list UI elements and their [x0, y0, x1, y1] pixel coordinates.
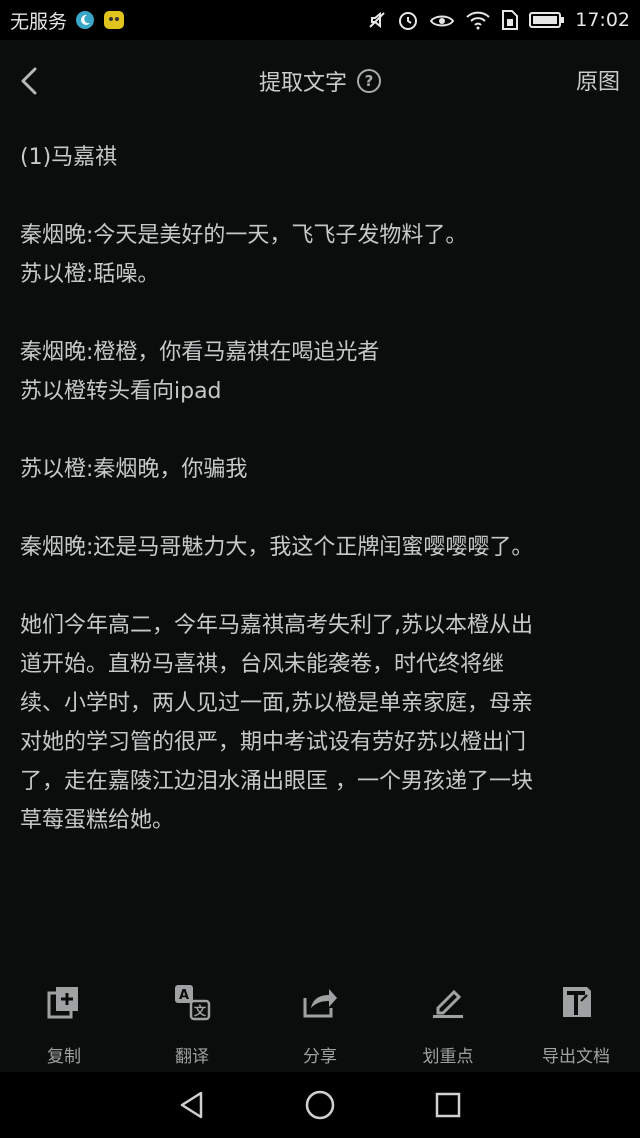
copy-button[interactable]: 复制	[0, 972, 128, 1072]
bottom-toolbar: 复制 A文 翻译 分享 划重点 导出文档	[0, 972, 640, 1072]
text-line: 续、小学时，两人见过一面,苏以橙是单亲家庭，母亲	[20, 691, 533, 716]
page-title: 提取文字	[258, 71, 347, 96]
text-line	[20, 294, 620, 333]
copy-icon	[44, 982, 84, 1022]
back-arrow-icon	[21, 67, 37, 95]
extracted-text: (1)马嘉祺秦烟晚:今天是美好的一天，飞飞子发物料了。 苏以橙:聒噪。秦烟晚:橙橙…	[20, 138, 620, 840]
text-line	[20, 177, 620, 216]
chat-app-icon	[103, 10, 125, 30]
text-line: (1)马嘉祺	[20, 145, 118, 170]
sim-icon	[501, 9, 519, 31]
text-line: 苏以橙:秦烟晚，你骗我	[20, 457, 248, 482]
text-line: 草莓蛋糕给她。	[20, 808, 175, 833]
text-line	[20, 567, 620, 606]
nav-home-button[interactable]	[256, 1072, 384, 1138]
text-line: 道开始。直粉马喜祺，台风未能袭卷，时代终将继	[20, 652, 505, 677]
highlight-label: 划重点	[422, 1047, 474, 1067]
mute-icon	[367, 10, 387, 30]
translate-label: 翻译	[175, 1047, 209, 1067]
highlight-pen-icon	[428, 982, 468, 1022]
top-bar: 提取文字 ? 原图	[0, 40, 640, 122]
wifi-icon	[465, 10, 491, 30]
alarm-icon	[397, 9, 419, 31]
clock: 17:02	[575, 9, 630, 31]
svg-text:文: 文	[194, 1003, 207, 1018]
moon-app-icon	[75, 10, 95, 30]
translate-icon: A文	[172, 982, 212, 1022]
text-line: 了，走在嘉陵江边泪水涌出眼匡 ，一个男孩递了一块	[20, 769, 533, 794]
back-button[interactable]	[14, 62, 44, 100]
text-line	[20, 489, 620, 528]
original-image-button[interactable]: 原图	[576, 64, 620, 96]
text-line: 苏以橙:聒噪。	[20, 262, 160, 287]
help-icon[interactable]: ?	[357, 69, 381, 93]
text-line: 秦烟晚:橙橙，你看马嘉祺在喝追光者	[20, 340, 380, 365]
circle-home-icon	[305, 1090, 335, 1120]
translate-button[interactable]: A文 翻译	[128, 972, 256, 1072]
text-line: 苏以橙转头看向ipad	[20, 379, 222, 404]
status-bar: 无服务 17:02	[0, 0, 640, 40]
copy-label: 复制	[47, 1047, 81, 1067]
nav-recents-button[interactable]	[384, 1072, 512, 1138]
svg-text:A: A	[179, 988, 189, 1003]
export-document-button[interactable]: 导出文档	[512, 972, 640, 1072]
text-line: 秦烟晚:还是马哥魅力大，我这个正牌闰蜜嘤嘤嘤了。	[20, 535, 534, 560]
export-label: 导出文档	[542, 1047, 610, 1067]
text-line: 秦烟晚:今天是美好的一天，飞飞子发物料了。	[20, 223, 468, 248]
share-label: 分享	[303, 1047, 337, 1067]
eye-icon	[429, 10, 455, 30]
battery-icon	[529, 10, 565, 30]
share-icon	[300, 982, 340, 1022]
text-line	[20, 411, 620, 450]
text-line: 她们今年高二，今年马嘉祺高考失利了,苏以本橙从出	[20, 613, 533, 638]
text-line: 对她的学习管的很严，期中考试设有劳好苏以橙出门	[20, 730, 527, 755]
carrier-label: 无服务	[10, 10, 68, 33]
highlight-button[interactable]: 划重点	[384, 972, 512, 1072]
share-button[interactable]: 分享	[256, 972, 384, 1072]
nav-back-button[interactable]	[128, 1072, 256, 1138]
triangle-back-icon	[180, 1091, 203, 1119]
export-document-icon	[556, 982, 596, 1022]
navigation-bar	[0, 1072, 640, 1138]
square-recents-icon	[435, 1092, 461, 1118]
